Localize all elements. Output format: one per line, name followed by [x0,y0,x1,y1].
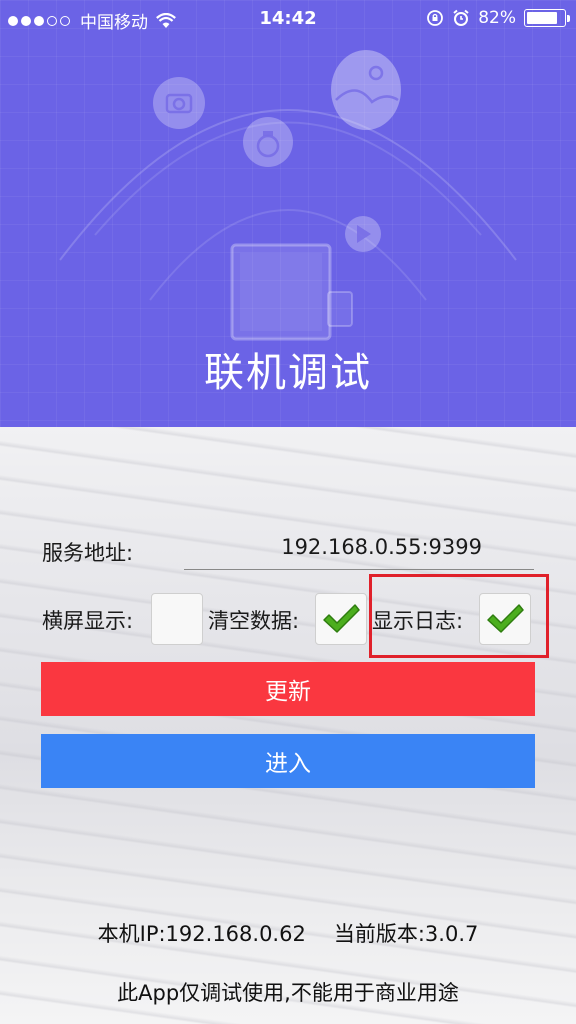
checkmark-icon [323,604,360,633]
battery-icon [524,9,570,27]
battery-percent: 82% [478,8,516,28]
server-address-input[interactable]: 192.168.0.55:9399 [184,535,534,559]
play-icon [345,216,381,252]
camera-icon [153,77,205,129]
form-area: 服务地址: 192.168.0.55:9399 横屏显示: 清空数据: 显示日志… [0,427,576,1024]
update-button[interactable]: 更新 [41,662,535,716]
version-text: 当前版本:3.0.7 [333,922,479,946]
landscape-checkbox[interactable] [151,593,203,645]
enter-button[interactable]: 进入 [41,734,535,788]
money-bag-icon [243,117,293,167]
clear-data-checkbox[interactable] [315,593,367,645]
local-ip-text: 本机IP:192.168.0.62 [97,922,306,946]
rotation-lock-icon [427,10,444,26]
highlight-annotation [369,574,549,658]
clear-data-label: 清空数据: [208,609,300,633]
picture-icon [331,50,401,130]
server-input-underline [184,569,534,570]
header-banner: 联机调试 [0,0,576,427]
monitor-icon [230,243,353,341]
status-bar: 中国移动 14:42 82% [0,0,576,38]
page-title: 联机调试 [204,350,372,396]
footer-info: 本机IP:192.168.0.62 当前版本:3.0.7 [0,918,576,948]
server-address-label: 服务地址: [42,541,134,565]
usage-disclaimer: 此App仅调试使用,不能用于商业用途 [117,981,459,1005]
alarm-icon [453,9,469,26]
landscape-label: 横屏显示: [42,609,134,633]
